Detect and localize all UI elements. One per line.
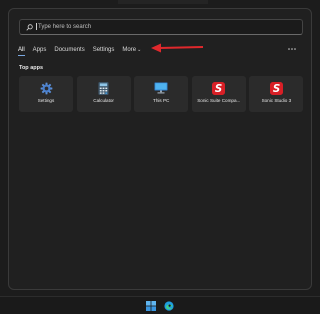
app-label: Sonic Suite Compa... (197, 98, 241, 103)
app-tile-settings[interactable]: Settings (19, 76, 73, 112)
monitor-icon (154, 81, 168, 95)
chevron-down-icon: ⌄ (137, 47, 142, 53)
app-tile-this-pc[interactable]: This PC (134, 76, 189, 112)
tab-settings[interactable]: Settings (93, 47, 115, 53)
top-apps-title: Top apps (19, 65, 44, 71)
edge-browser-icon[interactable] (164, 301, 174, 311)
tab-documents[interactable]: Documents (54, 47, 84, 53)
tab-all[interactable]: All (18, 47, 25, 56)
start-search-panel: Type here to search All Apps Documents S… (8, 8, 312, 290)
search-icon (24, 22, 34, 32)
tab-more[interactable]: More⌄ (122, 47, 141, 53)
gear-icon (39, 81, 53, 95)
app-label: Calculator (93, 98, 114, 103)
calculator-icon (97, 81, 111, 95)
app-label: Settings (37, 98, 55, 103)
tab-apps[interactable]: Apps (33, 47, 47, 53)
app-tile-calculator[interactable]: Calculator (76, 76, 131, 112)
options-ellipsis-icon[interactable] (287, 45, 297, 53)
app-label: Sonic Studio 3 (261, 98, 292, 103)
search-box[interactable]: Type here to search (19, 19, 303, 35)
filter-tabs: All Apps Documents Settings More⌄ (18, 45, 149, 56)
taskbar (0, 296, 320, 314)
svg-text:S: S (215, 84, 222, 95)
app-tile-sonic-suite[interactable]: S Sonic Suite Compa... (191, 76, 246, 112)
background-caption (118, 0, 208, 4)
search-input[interactable]: Type here to search (36, 23, 91, 31)
app-label: This PC (153, 98, 170, 103)
sonic-icon: S (269, 81, 283, 95)
sonic-icon: S (212, 81, 226, 95)
top-apps-list: Settings Calculator This PC S Sonic Suit… (19, 76, 307, 112)
svg-text:S: S (273, 84, 280, 95)
app-tile-sonic-studio[interactable]: S Sonic Studio 3 (249, 76, 304, 112)
windows-start-icon[interactable] (146, 301, 156, 311)
red-arrow-annotation (151, 43, 204, 53)
tab-more-label: More (122, 47, 137, 53)
